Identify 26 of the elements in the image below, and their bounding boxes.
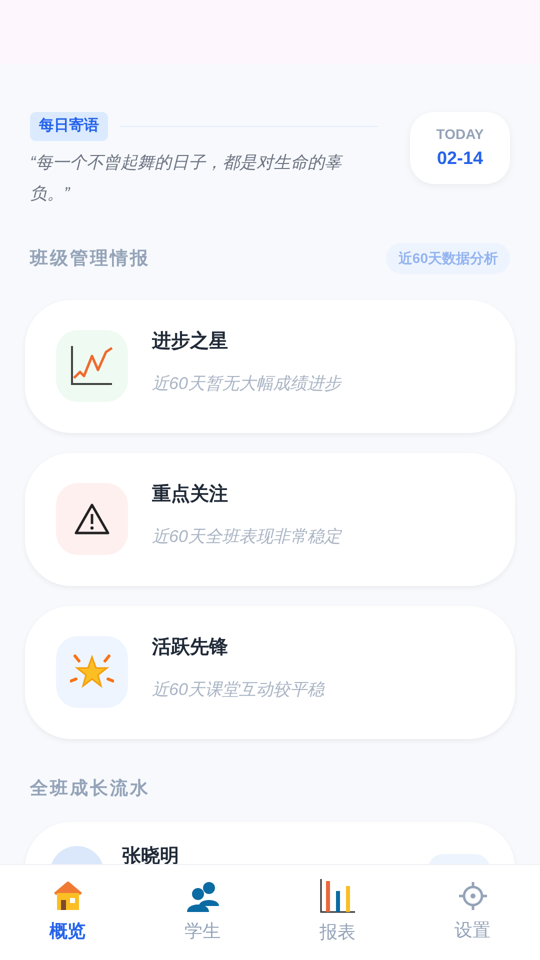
house-icon [52, 880, 84, 912]
line-chart-icon [70, 344, 114, 388]
section-title: 班级管理情报 [30, 246, 150, 270]
section-title: 全班成长流水 [30, 778, 150, 798]
card-title: 进步之星 [152, 330, 229, 354]
bar-chart-icon [320, 879, 356, 913]
card-title: 活跃先锋 [152, 636, 229, 660]
insight-card[interactable]: 活跃先锋 近60天课堂互动较平稳 [25, 606, 515, 738]
warning-icon [74, 503, 110, 535]
range-badge: 近60天数据分析 [386, 242, 510, 274]
daily-quote: “每一个不曾起舞的日子，都是对生命的辜负。” [30, 152, 344, 204]
gear-icon [458, 881, 488, 911]
card-subtitle: 近60天全班表现非常稳定 [152, 526, 341, 548]
student-name: 张晓明 [122, 846, 179, 864]
sparkling-star-icon [70, 653, 114, 691]
feed-card[interactable]: 张晓明 [25, 822, 515, 864]
date-text: 02-14 [436, 147, 484, 170]
card-subtitle: 近60天暂无大幅成绩进步 [152, 372, 341, 394]
daily-tag: 每日寄语 [30, 112, 108, 140]
card-title: 重点关注 [152, 482, 229, 507]
insight-card[interactable]: 进步之星 近60天暂无大幅成绩进步 [25, 300, 515, 432]
insight-card[interactable]: 重点关注 近60天全班表现非常稳定 [25, 452, 515, 586]
today-label: TODAY [436, 125, 484, 144]
people-icon [184, 880, 220, 912]
card-subtitle: 近60天课堂互动较平稳 [152, 678, 324, 700]
nav-tab[interactable]: 概览 [0, 865, 135, 960]
